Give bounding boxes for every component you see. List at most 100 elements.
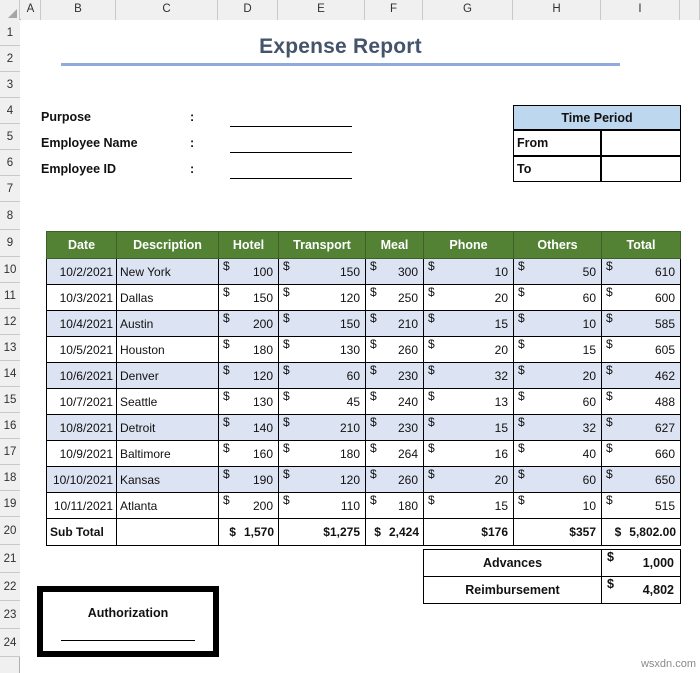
row-header-16[interactable]: 16 <box>0 413 20 439</box>
column-header-e[interactable]: E <box>278 0 365 20</box>
cell-description[interactable]: Seattle <box>116 388 219 415</box>
cell-date[interactable]: 10/3/2021 <box>46 284 117 311</box>
cell-total[interactable]: $605 <box>601 336 681 363</box>
row-header-22[interactable]: 22 <box>0 573 20 601</box>
table-row[interactable]: 10/9/2021 Baltimore $160 $180 $264 $16 $… <box>46 440 681 467</box>
cell-others[interactable]: $32 <box>513 414 602 441</box>
cell-phone[interactable]: $15 <box>423 310 514 337</box>
cell-total[interactable]: $610 <box>601 258 681 285</box>
cell-hotel[interactable]: $130 <box>218 388 279 415</box>
cell-description[interactable]: Houston <box>116 336 219 363</box>
cell-total[interactable]: $585 <box>601 310 681 337</box>
column-header-others[interactable]: Others <box>513 231 602 259</box>
cell-date[interactable]: 10/2/2021 <box>46 258 117 285</box>
row-header-1[interactable]: 1 <box>0 20 20 46</box>
cell-meal[interactable]: $300 <box>365 258 424 285</box>
cell-phone[interactable]: $15 <box>423 414 514 441</box>
cell-description[interactable]: Dallas <box>116 284 219 311</box>
row-header-11[interactable]: 11 <box>0 283 20 309</box>
row-header-18[interactable]: 18 <box>0 465 20 491</box>
cell-others[interactable]: $10 <box>513 310 602 337</box>
cell-meal[interactable]: $260 <box>365 336 424 363</box>
cell-phone[interactable]: $20 <box>423 336 514 363</box>
time-period-to-value[interactable] <box>601 156 681 182</box>
cell-meal[interactable]: $230 <box>365 362 424 389</box>
cell-others[interactable]: $60 <box>513 388 602 415</box>
cell-hotel[interactable]: $200 <box>218 492 279 519</box>
select-all-corner[interactable] <box>0 0 20 20</box>
cell-others[interactable]: $10 <box>513 492 602 519</box>
cell-others[interactable]: $60 <box>513 466 602 493</box>
row-header-9[interactable]: 9 <box>0 230 20 257</box>
cell-others[interactable]: $20 <box>513 362 602 389</box>
column-header-h[interactable]: H <box>513 0 601 20</box>
cell-hotel[interactable]: $190 <box>218 466 279 493</box>
cell-total[interactable]: $600 <box>601 284 681 311</box>
time-period-from-value[interactable] <box>601 130 681 156</box>
column-header-meal[interactable]: Meal <box>365 231 424 259</box>
cell-subtotal-meal[interactable]: $2,424 <box>365 518 424 546</box>
form-input-rule-employee-name[interactable] <box>230 152 352 153</box>
cell-subtotal-transport[interactable]: $1,275 <box>278 518 366 546</box>
cell-transport[interactable]: $210 <box>278 414 366 441</box>
cell-total[interactable]: $650 <box>601 466 681 493</box>
cell-total[interactable]: $462 <box>601 362 681 389</box>
cell-meal[interactable]: $230 <box>365 414 424 441</box>
summary-value-advances[interactable]: $1,000 <box>601 549 681 577</box>
summary-row-advances[interactable]: Advances $1,000 <box>423 549 681 577</box>
cell-meal[interactable]: $180 <box>365 492 424 519</box>
cell-description[interactable]: Kansas <box>116 466 219 493</box>
cell-meal[interactable]: $264 <box>365 440 424 467</box>
table-row[interactable]: 10/5/2021 Houston $180 $130 $260 $20 $15… <box>46 336 681 363</box>
cell-hotel[interactable]: $160 <box>218 440 279 467</box>
row-header-21[interactable]: 21 <box>0 545 20 573</box>
cell-transport[interactable]: $60 <box>278 362 366 389</box>
row-header-24[interactable]: 24 <box>0 629 20 657</box>
cell-date[interactable]: 10/11/2021 <box>46 492 117 519</box>
cell-hotel[interactable]: $150 <box>218 284 279 311</box>
form-input-rule-employee-id[interactable] <box>230 178 352 179</box>
row-header-19[interactable]: 19 <box>0 491 20 517</box>
form-input-rule-purpose[interactable] <box>230 126 352 127</box>
cell-transport[interactable]: $110 <box>278 492 366 519</box>
cell-subtotal-description[interactable] <box>116 518 219 546</box>
column-header-g[interactable]: G <box>423 0 513 20</box>
column-header-phone[interactable]: Phone <box>423 231 514 259</box>
cell-phone[interactable]: $20 <box>423 284 514 311</box>
cell-others[interactable]: $60 <box>513 284 602 311</box>
cell-hotel[interactable]: $200 <box>218 310 279 337</box>
row-header-6[interactable]: 6 <box>0 150 20 176</box>
table-row[interactable]: 10/6/2021 Denver $120 $60 $230 $32 $20 $… <box>46 362 681 389</box>
table-row[interactable]: 10/4/2021 Austin $200 $150 $210 $15 $10 … <box>46 310 681 337</box>
row-header-12[interactable]: 12 <box>0 309 20 335</box>
cell-transport[interactable]: $180 <box>278 440 366 467</box>
cell-phone[interactable]: $32 <box>423 362 514 389</box>
cell-description[interactable]: Denver <box>116 362 219 389</box>
cell-meal[interactable]: $240 <box>365 388 424 415</box>
row-header-7[interactable]: 7 <box>0 176 20 202</box>
cell-total[interactable]: $515 <box>601 492 681 519</box>
cell-meal[interactable]: $250 <box>365 284 424 311</box>
cell-subtotal-phone[interactable]: $176 <box>423 518 514 546</box>
cell-date[interactable]: 10/8/2021 <box>46 414 117 441</box>
row-header-5[interactable]: 5 <box>0 124 20 150</box>
cell-phone[interactable]: $15 <box>423 492 514 519</box>
cell-transport[interactable]: $45 <box>278 388 366 415</box>
cell-total[interactable]: $660 <box>601 440 681 467</box>
column-header-b[interactable]: B <box>41 0 116 20</box>
table-row[interactable]: 10/2/2021 New York $100 $150 $300 $10 $5… <box>46 258 681 285</box>
cell-subtotal-total[interactable]: $5,802.00 <box>601 518 681 546</box>
cell-phone[interactable]: $20 <box>423 466 514 493</box>
cell-subtotal-others[interactable]: $357 <box>513 518 602 546</box>
row-header-10[interactable]: 10 <box>0 257 20 283</box>
cell-transport[interactable]: $150 <box>278 310 366 337</box>
cell-others[interactable]: $15 <box>513 336 602 363</box>
row-header-4[interactable]: 4 <box>0 98 20 124</box>
cell-date[interactable]: 10/5/2021 <box>46 336 117 363</box>
cell-date[interactable]: 10/7/2021 <box>46 388 117 415</box>
cell-transport[interactable]: $130 <box>278 336 366 363</box>
row-header-20[interactable]: 20 <box>0 517 20 545</box>
cell-subtotal-hotel[interactable]: $1,570 <box>218 518 279 546</box>
row-header-8[interactable]: 8 <box>0 202 20 230</box>
cell-phone[interactable]: $10 <box>423 258 514 285</box>
